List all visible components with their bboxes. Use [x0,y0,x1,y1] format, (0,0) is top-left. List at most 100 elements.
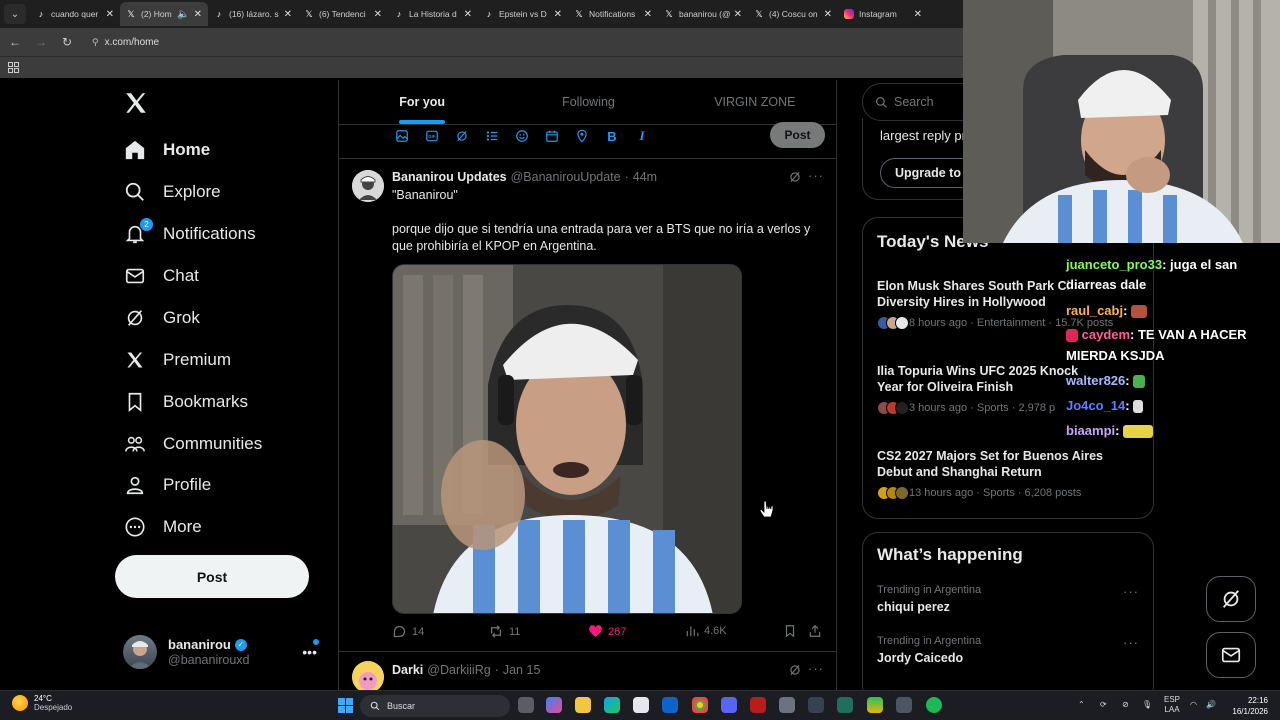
sidebar-item-premium[interactable]: Premium [123,340,231,380]
tab-for-you[interactable]: For you [339,80,505,124]
sidebar-item-profile[interactable]: Profile [123,465,211,505]
gif-icon[interactable]: GIF [424,128,440,144]
close-icon[interactable]: ✕ [644,9,652,20]
close-icon[interactable]: ✕ [284,9,292,20]
tweet-author-name[interactable]: Bananirou Updates [392,170,507,184]
x-logo-icon[interactable] [123,90,149,116]
tab-following[interactable]: Following [505,80,671,124]
trend-item[interactable]: Trending in Argentina chiqui perez ··· [877,584,1139,614]
account-switcher[interactable]: bananirou ✓ @bananirouxd ••• [123,632,333,672]
wifi-icon[interactable]: ◠ [1190,700,1197,709]
views-button[interactable]: 4.6K [685,624,727,638]
task-view-icon[interactable] [518,697,534,713]
trend-item[interactable]: Trending in Argentina Jordy Caicedo ··· [877,635,1139,665]
italic-icon[interactable]: I [634,128,650,144]
chrome-icon[interactable] [692,697,708,713]
copilot-icon[interactable] [546,697,562,713]
speaker-icon[interactable]: 🔈 [177,9,189,20]
close-icon[interactable]: ✕ [824,9,832,20]
app-tray-icon[interactable]: ⊘ [1122,700,1129,709]
sidebar-item-home[interactable]: Home [123,130,210,170]
language-indicator[interactable]: ESP LAA [1164,695,1180,715]
spotify-icon[interactable] [926,697,942,713]
more-dots-icon[interactable]: ••• [302,644,317,660]
system-clock[interactable]: 22:16 16/1/2026 [1226,695,1268,717]
weather-widget[interactable]: 24°C Despejado [12,694,72,712]
tweet-author-handle[interactable]: @DarkiiiRg [427,663,490,677]
app-icon[interactable] [808,697,824,713]
like-button[interactable]: 267 [588,624,626,639]
browser-tab[interactable]: Instagram ✕ [838,2,928,26]
windows-start-icon[interactable] [338,698,353,713]
tweet-video[interactable] [392,264,742,614]
more-dots-icon[interactable]: ··· [1123,635,1139,650]
tweet-timestamp[interactable]: Jan 15 [503,663,541,677]
bookmark-button[interactable] [783,624,797,638]
more-dots-icon[interactable]: ··· [808,168,824,183]
tweet-timestamp[interactable]: 44m [633,170,657,184]
close-icon[interactable]: ✕ [464,9,472,20]
app-icon[interactable] [750,697,766,713]
sidebar-item-more[interactable]: More [123,507,202,547]
browser-tab-active[interactable]: 𝕏 (2) Hom 🔈 ✕ [120,2,208,26]
forward-arrow-icon[interactable]: → [30,35,52,49]
tweet[interactable]: Darki @DarkiiiRg · Jan 15 ··· [339,653,836,690]
news-item[interactable]: CS2 2027 Majors Set for Buenos Aires Deb… [877,448,1139,500]
sidebar-item-explore[interactable]: Explore [123,172,221,212]
schedule-icon[interactable] [544,128,560,144]
url-field[interactable]: ⚲ x.com/home [92,37,159,48]
microphone-icon[interactable]: 🎙 [1142,700,1152,709]
taskbar-search[interactable]: Buscar [360,695,510,717]
browser-tab[interactable]: ♪ (16) lázaro. s ✕ [208,2,298,26]
edge-icon[interactable] [604,697,620,713]
notepad-icon[interactable] [779,697,795,713]
browser-tab[interactable]: 𝕏 (6) Tendenci ✕ [298,2,388,26]
messages-floating-button[interactable] [1206,632,1256,678]
sidebar-item-communities[interactable]: Communities [123,424,262,464]
apps-grid-icon[interactable] [8,62,19,73]
poll-icon[interactable] [484,128,500,144]
reload-icon[interactable]: ↻ [56,35,78,49]
sidebar-item-bookmarks[interactable]: Bookmarks [123,382,248,422]
bold-icon[interactable]: B [604,128,620,144]
app-tray-icon[interactable]: ⟳ [1100,700,1107,709]
tweet[interactable]: Bananirou Updates @BananirouUpdate · 44m… [339,160,836,652]
app-icon[interactable] [837,697,853,713]
store-icon[interactable] [633,697,649,713]
app-icon[interactable] [867,697,883,713]
emoji-icon[interactable] [514,128,530,144]
volume-icon[interactable]: 🔊 [1206,700,1216,709]
tweet-author-handle[interactable]: @BananirouUpdate [511,170,621,184]
close-icon[interactable]: ✕ [554,9,562,20]
sidebar-item-grok[interactable]: Grok [123,298,200,338]
file-explorer-icon[interactable] [575,697,591,713]
avatar[interactable] [352,170,384,202]
location-icon[interactable] [574,128,590,144]
browser-tab[interactable]: 𝕏 (4) Coscu on ✕ [748,2,838,26]
close-icon[interactable]: ✕ [194,9,202,20]
chevron-up-icon[interactable]: ⌃ [1078,700,1085,709]
reply-button[interactable]: 14 [392,624,424,639]
app-icon[interactable] [896,697,912,713]
site-info-icon[interactable]: ⚲ [92,37,99,48]
grok-floating-button[interactable] [1206,576,1256,622]
browser-tab[interactable]: 𝕏 Notifications ✕ [568,2,658,26]
close-icon[interactable]: ✕ [914,9,922,20]
composer-post-button[interactable]: Post [770,122,825,148]
grok-icon[interactable] [788,170,802,187]
sidebar-item-notifications[interactable]: 2 Notifications [123,214,256,254]
share-button[interactable] [808,624,822,638]
back-arrow-icon[interactable]: ← [4,35,26,49]
sidebar-item-chat[interactable]: Chat [123,256,199,296]
retweet-button[interactable]: 11 [488,624,520,639]
grok-icon[interactable] [454,128,470,144]
browser-tab[interactable]: 𝕏bananirou (@ ✕ [658,2,748,26]
more-dots-icon[interactable]: ··· [1123,584,1139,599]
grok-icon[interactable] [788,663,802,680]
tab-search-menu-button[interactable]: ⌄ [4,4,26,24]
discord-icon[interactable] [721,697,737,713]
outlook-icon[interactable] [662,697,678,713]
post-button[interactable]: Post [115,555,309,598]
close-icon[interactable]: ✕ [106,9,114,20]
tab-virgin-zone[interactable]: VIRGIN ZONE [672,80,836,124]
